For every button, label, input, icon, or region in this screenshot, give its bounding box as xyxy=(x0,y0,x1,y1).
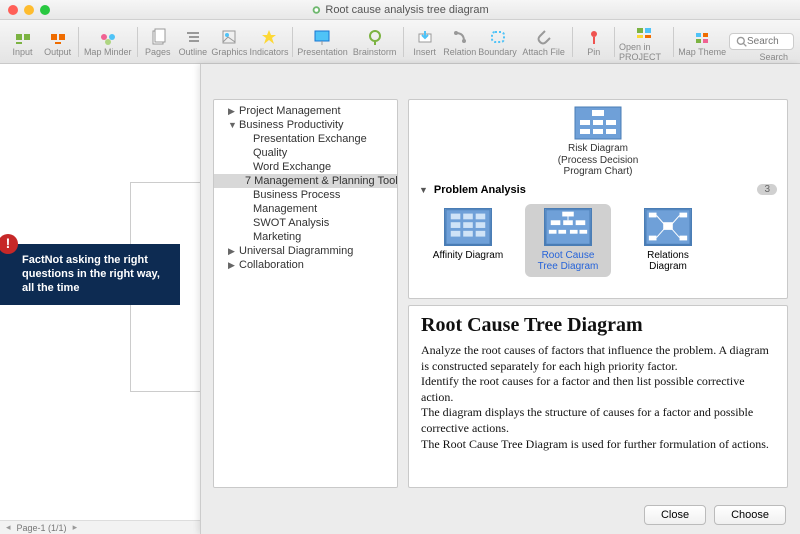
section-count-badge: 3 xyxy=(757,184,777,195)
tree-item-universal-diagramming[interactable]: ▶Universal Diagramming xyxy=(214,244,397,258)
brainstorm-icon xyxy=(366,28,384,46)
main-toolbar: InputOutput Map MinderPagesOutlineGraphic… xyxy=(0,20,800,64)
toolbar-boundary-button[interactable]: Boundary xyxy=(478,22,517,62)
risk-diagram-icon xyxy=(574,106,622,140)
tree-item-marketing[interactable]: Marketing xyxy=(214,230,397,244)
relation-icon xyxy=(451,28,469,46)
toolbar-outline-button[interactable]: Outline xyxy=(176,22,209,62)
tree-item-word-exchange[interactable]: Word Exchange xyxy=(214,160,397,174)
minimize-window-button[interactable] xyxy=(24,5,34,15)
disclosure-icon: ▼ xyxy=(228,120,236,130)
toolbar-pin-button[interactable]: Pin xyxy=(577,22,610,62)
disclosure-icon: ▶ xyxy=(228,106,236,117)
tree-item-swot-analysis[interactable]: SWOT Analysis xyxy=(214,216,397,230)
toolbar-separator xyxy=(673,27,674,57)
tree-item-presentation-exchange[interactable]: Presentation Exchange xyxy=(214,132,397,146)
pages-icon xyxy=(149,28,167,46)
next-page-button[interactable]: ▸ xyxy=(73,522,78,533)
choose-button[interactable]: Choose xyxy=(714,505,786,525)
search-input[interactable] xyxy=(747,36,787,47)
tree-item-management[interactable]: Management xyxy=(214,202,397,216)
toolbar-pages-button[interactable]: Pages xyxy=(141,22,174,62)
close-button[interactable]: Close xyxy=(644,505,706,525)
toolbar-input-button[interactable]: Input xyxy=(6,22,39,62)
indicators-icon xyxy=(260,28,278,46)
canvas-area[interactable]: ! FactNot asking the right questions in … xyxy=(0,64,200,520)
openproject-icon xyxy=(635,23,653,41)
section-header-problem-analysis[interactable]: ▼ Problem Analysis 3 xyxy=(419,184,777,196)
maptheme-icon xyxy=(693,28,711,46)
search-label: Search xyxy=(759,52,788,62)
mindmap-root-node[interactable]: ! FactNot asking the right questions in … xyxy=(0,244,180,305)
tree-item-business-productivity[interactable]: ▼Business Productivity xyxy=(214,118,397,132)
pin-icon xyxy=(585,28,603,46)
alert-icon: ! xyxy=(0,234,18,254)
graphics-icon xyxy=(220,28,238,46)
toolbar-separator xyxy=(614,27,615,57)
template-gallery: Risk Diagram(Process DecisionProgram Cha… xyxy=(408,99,788,299)
dialog-footer: Close Choose xyxy=(201,496,800,534)
tree-item-quality[interactable]: Quality xyxy=(214,146,397,160)
toolbar-separator xyxy=(572,27,573,57)
output-icon xyxy=(49,28,67,46)
toolbar-graphics-button[interactable]: Graphics xyxy=(211,22,247,62)
toolbar-separator xyxy=(137,27,138,57)
gallery-item-relations-diagram[interactable]: Relations Diagram xyxy=(625,204,711,277)
status-bar: ◂ Page-1 (1/1) ▸ xyxy=(0,520,200,534)
toolbar-presentation-button[interactable]: Presentation xyxy=(297,22,348,62)
toolbar-separator xyxy=(403,27,404,57)
search-icon xyxy=(736,36,747,47)
close-window-button[interactable] xyxy=(8,5,18,15)
category-tree[interactable]: ▶Project Management▼Business Productivit… xyxy=(213,99,398,488)
attachfile-icon xyxy=(535,28,553,46)
toolbar-separator xyxy=(292,27,293,57)
template-thumb-icon xyxy=(545,208,591,246)
toolbar-maptheme-button[interactable]: Map Theme xyxy=(677,22,727,62)
toolbar-indicators-button[interactable]: Indicators xyxy=(249,22,288,62)
toolbar-openproject-button[interactable]: Open in PROJECT xyxy=(619,22,669,62)
window-controls xyxy=(8,5,50,15)
toolbar-brainstorm-button[interactable]: Brainstorm xyxy=(350,22,400,62)
tree-item-project-management[interactable]: ▶Project Management xyxy=(214,104,397,118)
tree-item-business-process[interactable]: Business Process xyxy=(214,188,397,202)
tree-item-7-management-planning-tools[interactable]: 7 Management & Planning Tools xyxy=(214,174,397,188)
titlebar: Root cause analysis tree diagram xyxy=(0,0,800,20)
boundary-icon xyxy=(489,28,507,46)
window-title: Root cause analysis tree diagram xyxy=(311,4,488,16)
tree-item-collaboration[interactable]: ▶Collaboration xyxy=(214,258,397,272)
disclosure-icon: ▶ xyxy=(228,260,236,271)
outline-icon xyxy=(184,28,202,46)
template-thumb-icon xyxy=(445,208,491,246)
prev-page-button[interactable]: ◂ xyxy=(6,522,11,533)
toolbar-separator xyxy=(78,27,79,57)
maximize-window-button[interactable] xyxy=(40,5,50,15)
gallery-caption: Risk Diagram(Process DecisionProgram Cha… xyxy=(419,143,777,178)
toolbar-attachfile-button[interactable]: Attach File xyxy=(519,22,569,62)
document-icon xyxy=(311,5,321,15)
disclosure-icon: ▼ xyxy=(419,185,428,195)
toolbar-output-button[interactable]: Output xyxy=(41,22,74,62)
toolbar-mapminder-button[interactable]: Map Minder xyxy=(83,22,133,62)
gallery-item-risk[interactable]: Risk Diagram(Process DecisionProgram Cha… xyxy=(419,106,777,178)
description-panel: Root Cause Tree Diagram Analyze the root… xyxy=(408,305,788,488)
template-chooser-dialog: ▶Project Management▼Business Productivit… xyxy=(200,64,800,534)
input-icon xyxy=(14,28,32,46)
template-thumb-icon xyxy=(645,208,691,246)
presentation-icon xyxy=(313,28,331,46)
gallery-item-affinity-diagram[interactable]: Affinity Diagram xyxy=(425,204,511,277)
description-body: Analyze the root causes of factors that … xyxy=(421,343,775,452)
disclosure-icon: ▶ xyxy=(228,246,236,257)
search-field[interactable] xyxy=(729,33,794,50)
description-title: Root Cause Tree Diagram xyxy=(421,314,775,337)
toolbar-insert-button[interactable]: Insert xyxy=(408,22,441,62)
gallery-item-root-cause-tree-diagram[interactable]: Root CauseTree Diagram xyxy=(525,204,611,277)
page-indicator: Page-1 (1/1) xyxy=(17,523,67,533)
mapminder-icon xyxy=(99,28,117,46)
insert-icon xyxy=(416,28,434,46)
toolbar-relation-button[interactable]: Relation xyxy=(443,22,476,62)
